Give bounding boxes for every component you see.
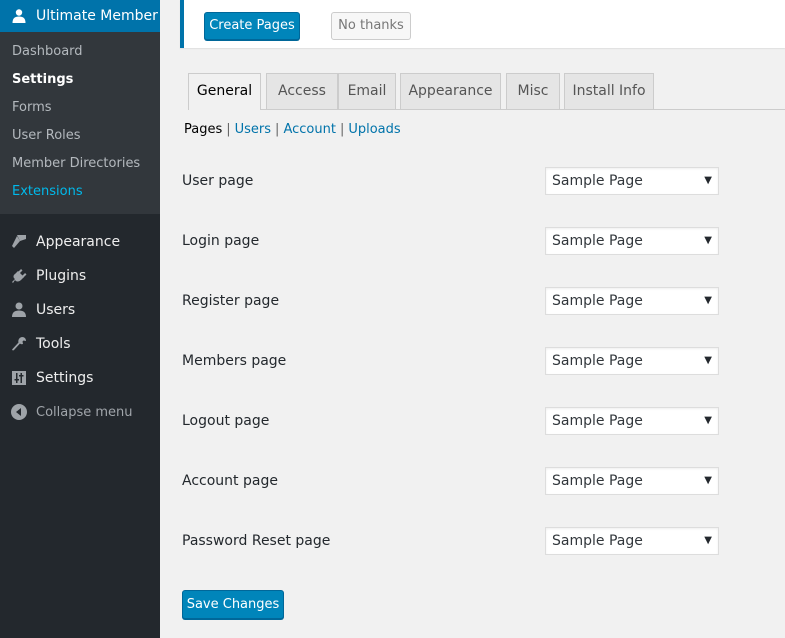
dropdown-arrow-icon: ▼ (704, 295, 712, 306)
tab-general[interactable]: General (188, 73, 261, 110)
select-value: Sample Page (552, 353, 643, 369)
select-value: Sample Page (552, 173, 643, 189)
plugin-submenu: Dashboard Settings Forms User Roles Memb… (0, 32, 160, 214)
dropdown-arrow-icon: ▼ (704, 175, 712, 186)
submenu-extensions[interactable]: Extensions (0, 178, 160, 206)
setting-row-register-page: Register page Sample Page ▼ (182, 287, 722, 317)
subnav-pages[interactable]: Pages (184, 122, 222, 137)
setting-row-account-page: Account page Sample Page ▼ (182, 467, 722, 497)
sidebar-item-users[interactable]: Users (0, 293, 160, 327)
user-icon (10, 7, 28, 25)
select-value: Sample Page (552, 413, 643, 429)
admin-sidebar: Ultimate Member Dashboard Settings Forms… (0, 0, 160, 638)
main-content: Create Pages No thanks General Access Em… (160, 0, 785, 638)
sidebar-item-label: Tools (36, 336, 71, 352)
field-label: Members page (182, 353, 287, 369)
password-reset-page-select[interactable]: Sample Page ▼ (545, 527, 719, 555)
tab-appearance[interactable]: Appearance (400, 73, 501, 109)
sidebar-item-plugins[interactable]: Plugins (0, 259, 160, 293)
sidebar-item-label: Settings (36, 370, 94, 386)
field-label: Account page (182, 473, 278, 489)
separator: | (275, 122, 280, 137)
login-page-select[interactable]: Sample Page ▼ (545, 227, 719, 255)
user-icon (9, 300, 29, 320)
plug-icon (9, 266, 29, 286)
tab-access[interactable]: Access (266, 73, 338, 109)
section-subnav: Pages | Users | Account | Uploads (184, 122, 401, 137)
dropdown-arrow-icon: ▼ (704, 475, 712, 486)
sidebar-item-label: Plugins (36, 268, 87, 284)
collapse-icon (9, 402, 29, 422)
sidebar-item-settings[interactable]: Settings (0, 361, 160, 395)
sidebar-item-label: Users (36, 302, 76, 318)
setting-row-user-page: User page Sample Page ▼ (182, 167, 722, 197)
logout-page-select[interactable]: Sample Page ▼ (545, 407, 719, 435)
dropdown-arrow-icon: ▼ (704, 355, 712, 366)
select-value: Sample Page (552, 293, 643, 309)
setting-row-logout-page: Logout page Sample Page ▼ (182, 407, 722, 437)
setting-row-members-page: Members page Sample Page ▼ (182, 347, 722, 377)
paintbrush-icon (9, 232, 29, 252)
wrench-icon (9, 334, 29, 354)
sidebar-item-tools[interactable]: Tools (0, 327, 160, 361)
save-changes-button[interactable]: Save Changes (182, 590, 284, 619)
sidebar-item-ultimate-member[interactable]: Ultimate Member (0, 0, 160, 32)
select-value: Sample Page (552, 233, 643, 249)
no-thanks-button[interactable]: No thanks (331, 12, 411, 40)
select-value: Sample Page (552, 473, 643, 489)
submenu-member-directories[interactable]: Member Directories (0, 150, 160, 178)
sidebar-item-label: Appearance (36, 234, 121, 250)
create-pages-button[interactable]: Create Pages (204, 12, 300, 40)
dropdown-arrow-icon: ▼ (704, 235, 712, 246)
account-page-select[interactable]: Sample Page ▼ (545, 467, 719, 495)
collapse-menu-button[interactable]: Collapse menu (0, 395, 160, 429)
sidebar-item-label: Collapse menu (36, 404, 133, 420)
register-page-select[interactable]: Sample Page ▼ (545, 287, 719, 315)
admin-menu: Appearance Plugins Users Tools Settings (0, 214, 160, 429)
tab-misc[interactable]: Misc (506, 73, 560, 109)
settings-tabs: General Access Email Appearance Misc Ins… (188, 73, 785, 110)
dropdown-arrow-icon: ▼ (704, 535, 712, 546)
tab-install-info[interactable]: Install Info (564, 73, 654, 109)
subnav-users[interactable]: Users (235, 122, 271, 137)
field-label: Register page (182, 293, 280, 309)
field-label: Password Reset page (182, 533, 331, 549)
sliders-icon (9, 368, 29, 388)
setting-row-login-page: Login page Sample Page ▼ (182, 227, 722, 257)
field-label: Login page (182, 233, 260, 249)
field-label: Logout page (182, 413, 270, 429)
submenu-user-roles[interactable]: User Roles (0, 122, 160, 150)
members-page-select[interactable]: Sample Page ▼ (545, 347, 719, 375)
subnav-uploads[interactable]: Uploads (348, 122, 400, 137)
setting-row-password-reset-page: Password Reset page Sample Page ▼ (182, 527, 722, 557)
user-page-select[interactable]: Sample Page ▼ (545, 167, 719, 195)
tab-email[interactable]: Email (338, 73, 396, 109)
submenu-forms[interactable]: Forms (0, 94, 160, 122)
subnav-account[interactable]: Account (283, 122, 336, 137)
submenu-settings[interactable]: Settings (0, 66, 160, 94)
sidebar-item-label: Ultimate Member (36, 8, 158, 24)
select-value: Sample Page (552, 533, 643, 549)
field-label: User page (182, 173, 254, 189)
setup-notice: Create Pages No thanks (180, 0, 785, 48)
sidebar-item-appearance[interactable]: Appearance (0, 225, 160, 259)
submenu-dashboard[interactable]: Dashboard (0, 38, 160, 66)
dropdown-arrow-icon: ▼ (704, 415, 712, 426)
separator: | (339, 122, 345, 137)
separator: | (226, 122, 231, 137)
